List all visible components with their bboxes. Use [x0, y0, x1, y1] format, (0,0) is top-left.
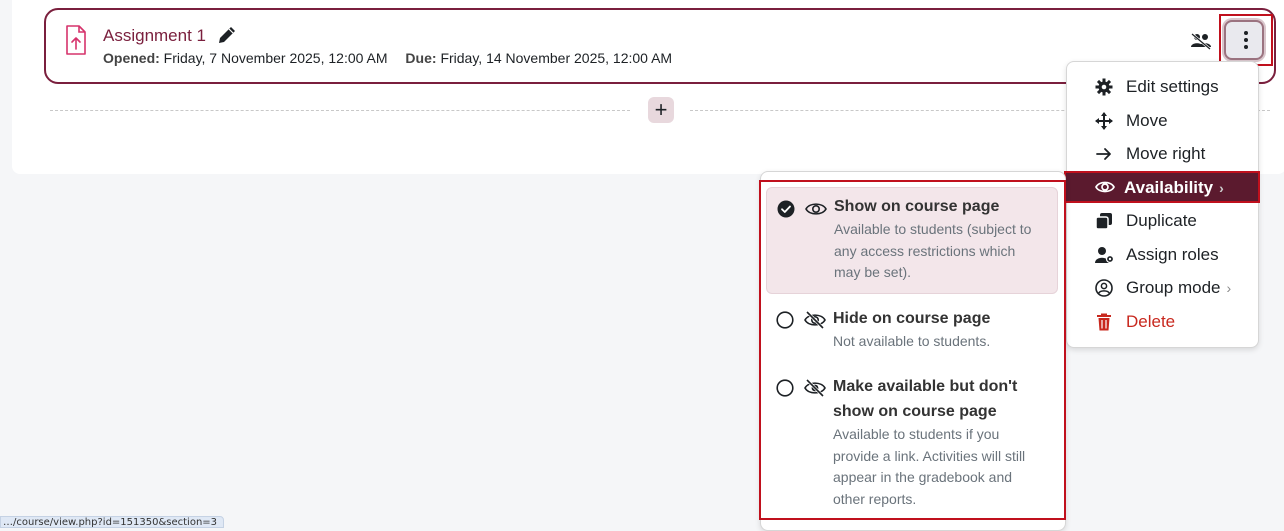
browser-status-url: …/course/view.php?id=151350&section=3	[0, 516, 224, 528]
menu-label: Assign roles	[1126, 245, 1219, 264]
eye-icon	[1095, 181, 1115, 193]
opened-value: Friday, 7 November 2025, 12:00 AM	[163, 50, 388, 66]
group-mode-icon[interactable]	[1190, 32, 1212, 50]
add-activity-button[interactable]: +	[648, 97, 674, 123]
menu-label: Move right	[1126, 144, 1206, 163]
menu-item-delete[interactable]: Delete	[1067, 306, 1258, 338]
pencil-icon[interactable]	[216, 24, 238, 46]
trash-icon	[1097, 313, 1111, 331]
arrow-right-icon	[1096, 148, 1111, 160]
availability-highlight-frame	[759, 180, 1066, 520]
menu-label: Group mode ›	[1126, 278, 1232, 297]
menu-item-move[interactable]: Move	[1067, 105, 1258, 137]
gear-icon	[1095, 78, 1113, 96]
chevron-right-icon: ›	[1219, 180, 1224, 196]
menu-item-move-right[interactable]: Move right	[1067, 138, 1258, 170]
kebab-dot	[1244, 38, 1248, 42]
menu-label: Edit settings	[1126, 77, 1219, 96]
copy-icon	[1095, 213, 1112, 230]
chevron-right-icon: ›	[1226, 280, 1232, 296]
menu-label: Availability ›	[1124, 178, 1224, 197]
kebab-dot	[1244, 45, 1248, 49]
menu-item-duplicate[interactable]: Duplicate	[1067, 205, 1258, 237]
menu-label: Move	[1126, 111, 1168, 130]
user-circle-icon	[1095, 279, 1113, 297]
menu-label: Duplicate	[1126, 211, 1197, 230]
menu-item-group-mode[interactable]: Group mode ›	[1067, 272, 1258, 304]
menu-item-assign-roles[interactable]: Assign roles	[1067, 239, 1258, 271]
due-label: Due:	[405, 50, 437, 66]
assignment-upload-icon	[66, 25, 86, 55]
menu-item-availability[interactable]: Availability ›	[1064, 171, 1260, 203]
user-gear-icon	[1095, 247, 1115, 264]
kebab-dot	[1244, 31, 1248, 35]
activity-title-link[interactable]: Assignment 1	[103, 26, 206, 46]
move-arrows-icon	[1095, 112, 1113, 130]
activity-actions-kebab-button[interactable]	[1224, 20, 1264, 60]
opened-label: Opened:	[103, 50, 160, 66]
section-divider-left	[50, 110, 630, 111]
menu-label: Delete	[1126, 312, 1176, 331]
activity-dates: Opened: Friday, 7 November 2025, 12:00 A…	[103, 50, 672, 66]
due-value: Friday, 14 November 2025, 12:00 AM	[440, 50, 673, 66]
activity-action-menu: Edit settings Move Move right Availabili…	[1064, 61, 1260, 348]
menu-item-edit-settings[interactable]: Edit settings	[1067, 71, 1258, 103]
